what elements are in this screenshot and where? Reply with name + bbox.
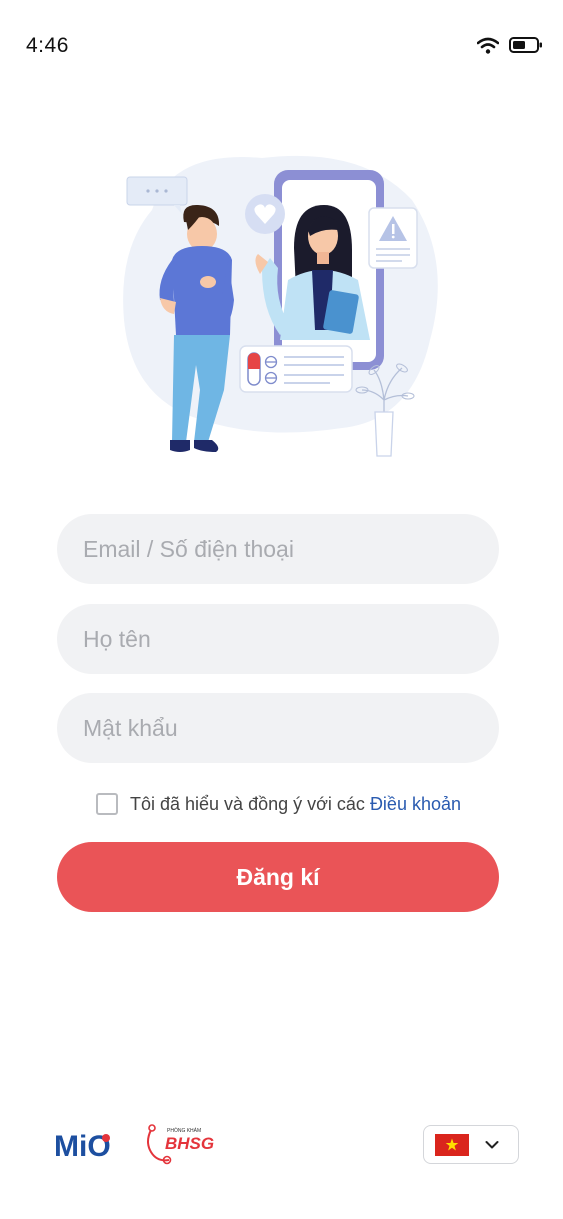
vietnam-flag-icon (435, 1133, 469, 1156)
bhsg-logo: PHÒNG KHÁM BHSG (147, 1124, 214, 1165)
terms-text: Tôi đã hiểu và đồng ý với các Điều khoản (130, 794, 461, 815)
mio-logo-text: MiO (54, 1130, 111, 1162)
chevron-down-icon (485, 1140, 499, 1148)
status-bar: 4:46 (0, 0, 563, 92)
doctor-patient-illustration-icon (123, 155, 438, 457)
terms-agreement: Tôi đã hiểu và đồng ý với các Điều khoản (96, 792, 461, 816)
terms-label: Tôi đã hiểu và đồng ý với các (130, 793, 370, 814)
status-icons (477, 36, 543, 54)
password-field[interactable] (57, 693, 499, 763)
register-button[interactable]: Đăng kí (57, 842, 499, 912)
terms-checkbox[interactable] (96, 793, 118, 815)
terms-link[interactable]: Điều khoản (370, 794, 461, 814)
status-time: 4:46 (26, 34, 69, 57)
mio-logo: MiO (54, 1126, 118, 1162)
full-name-field[interactable] (57, 604, 499, 674)
battery-icon (509, 37, 542, 53)
bhsg-text: BHSG (165, 1134, 214, 1153)
email-phone-field[interactable] (57, 514, 499, 584)
bhsg-small-text: PHÒNG KHÁM (167, 1127, 201, 1134)
language-selector[interactable] (423, 1125, 519, 1164)
wifi-icon (477, 37, 499, 54)
